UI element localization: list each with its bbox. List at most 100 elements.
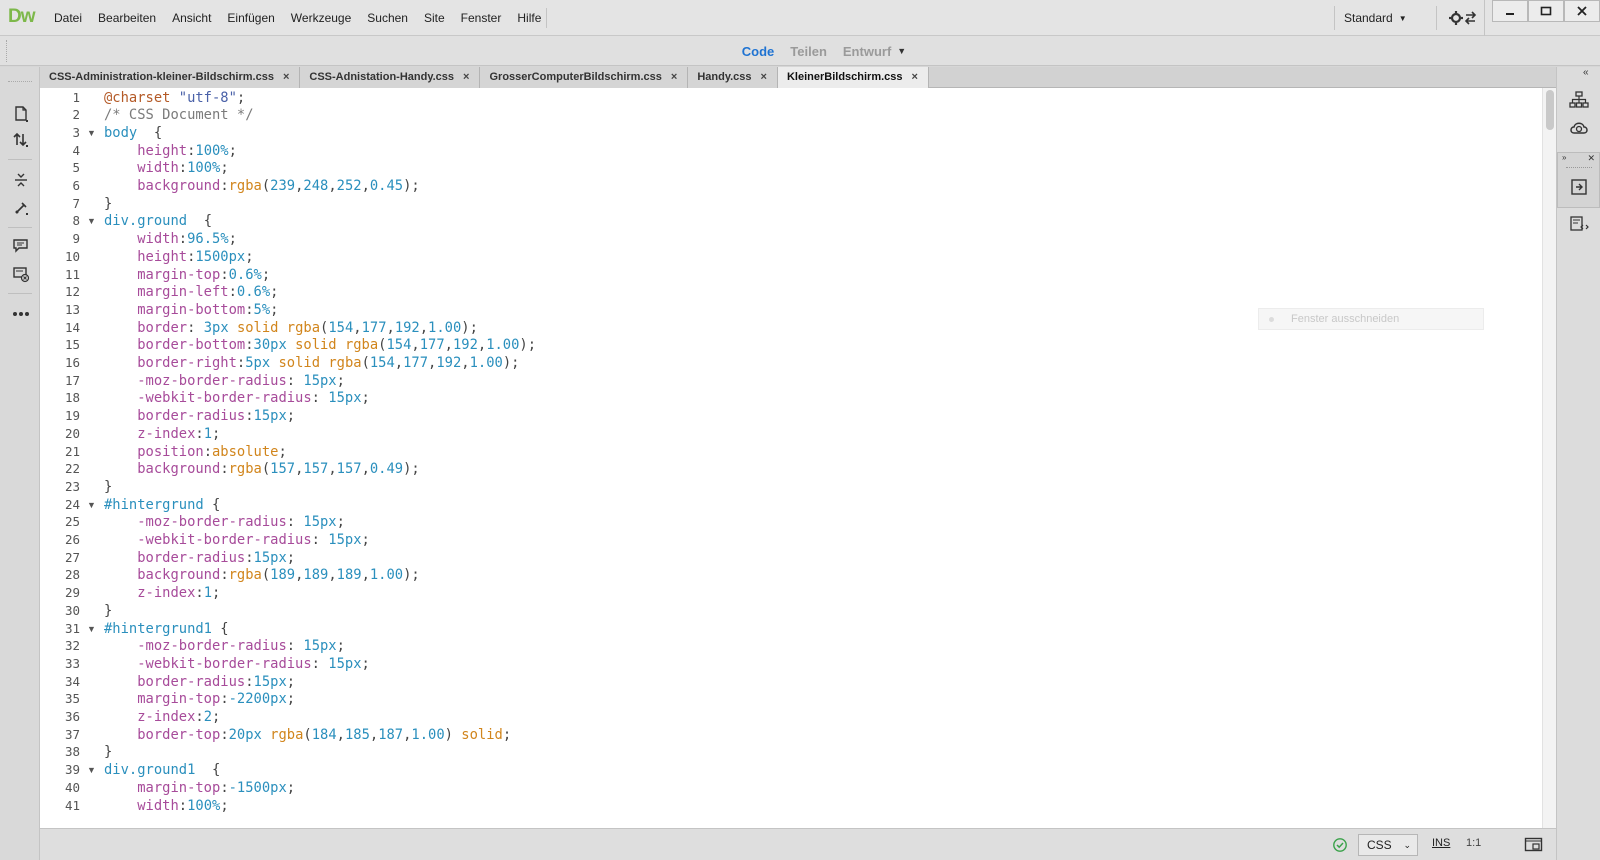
code-line[interactable]: height:100%; [104, 142, 237, 160]
code-line[interactable]: -moz-border-radius: 15px; [104, 372, 345, 390]
code-line[interactable]: -moz-border-radius: 15px; [104, 513, 345, 531]
tab-handy[interactable]: Handy.css × [688, 67, 778, 88]
code-line[interactable]: #hintergrund { [104, 496, 220, 514]
customize-toolbar-button[interactable] [10, 303, 32, 325]
code-line[interactable]: height:1500px; [104, 248, 253, 266]
code-line[interactable]: -webkit-border-radius: 15px; [104, 389, 370, 407]
tab-kleiner-bildschirm[interactable]: KleinerBildschirm.css × [777, 67, 929, 88]
code-line[interactable]: border-bottom:30px solid rgba(154,177,19… [104, 336, 536, 354]
close-panel-icon[interactable]: ✕ [1587, 153, 1595, 164]
code-line[interactable]: background:rgba(239,248,252,0.45); [104, 177, 420, 195]
menu-suchen[interactable]: Suchen [359, 0, 416, 36]
code-line[interactable]: div.ground { [104, 212, 212, 230]
code-token: , [328, 178, 337, 194]
menu-hilfe[interactable]: Hilfe [509, 0, 549, 36]
minimize-button[interactable] [1492, 0, 1528, 22]
close-tab-icon[interactable]: × [671, 71, 677, 83]
code-line[interactable]: z-index:1; [104, 584, 220, 602]
design-view-button[interactable]: Entwurf [843, 44, 891, 59]
close-tab-icon[interactable]: × [912, 71, 918, 83]
code-line[interactable]: width:100%; [104, 797, 228, 815]
code-line[interactable]: z-index:2; [104, 708, 220, 726]
menu-site[interactable]: Site [416, 0, 453, 36]
code-line[interactable]: position:absolute; [104, 443, 287, 461]
code-line[interactable]: background:rgba(157,157,157,0.49); [104, 460, 420, 478]
code-line[interactable]: -webkit-border-radius: 15px; [104, 655, 370, 673]
menu-einfuegen[interactable]: Einfügen [219, 0, 282, 36]
code-view-button[interactable]: Code [742, 44, 775, 59]
code-token: : [220, 178, 229, 194]
code-editor[interactable]: 1 2 3 ▼ 4 5 6 7 8 ▼ 9 10 11 12 13 14 15 16 17 18 19 20 21 22 23 2… [40, 88, 1556, 828]
menu-datei[interactable]: Datei [46, 0, 90, 36]
workspace-switcher[interactable]: Standard ▼ [1344, 0, 1407, 36]
open-documents-button[interactable] [10, 103, 32, 125]
line-number: 40 [64, 779, 80, 795]
expand-collapse-button[interactable] [10, 169, 32, 191]
code-line[interactable]: body { [104, 124, 162, 142]
fold-toggle-icon[interactable]: ▼ [87, 620, 96, 638]
close-tab-icon[interactable]: × [463, 71, 469, 83]
code-line[interactable]: /* CSS Document */ [104, 106, 254, 124]
format-source-button[interactable] [10, 197, 32, 219]
code-token: ); [403, 178, 420, 194]
insert-panel-button[interactable] [1567, 175, 1591, 199]
sync-settings-icon[interactable] [1448, 8, 1478, 28]
close-window-button[interactable] [1564, 0, 1600, 22]
code-line[interactable]: @charset "utf-8"; [104, 89, 245, 107]
code-line[interactable]: border-radius:15px; [104, 549, 295, 567]
code-line[interactable]: border-right:5px solid rgba(154,177,192,… [104, 354, 519, 372]
code-token: -webkit-border-radius [137, 390, 312, 407]
menu-ansicht[interactable]: Ansicht [164, 0, 219, 36]
tab-css-administration-kleiner-bildschirm[interactable]: CSS-Administration-kleiner-Bildschirm.cs… [40, 67, 301, 88]
snippets-panel-button[interactable] [1567, 213, 1591, 235]
collapse-panel-icon[interactable]: « [1583, 67, 1589, 78]
insert-mode-toggle[interactable]: INS [1432, 837, 1450, 849]
code-line[interactable]: margin-left:0.6%; [104, 283, 278, 301]
scrollbar-thumb[interactable] [1546, 90, 1554, 130]
code-line[interactable]: margin-top:-2200px; [104, 690, 295, 708]
code-line[interactable]: #hintergrund1 { [104, 620, 229, 638]
menu-bearbeiten[interactable]: Bearbeiten [90, 0, 164, 36]
code-line[interactable]: -moz-border-radius: 15px; [104, 637, 345, 655]
code-line[interactable]: border: 3px solid rgba(154,177,192,1.00)… [104, 319, 478, 337]
code-line[interactable]: } [104, 602, 112, 620]
fold-toggle-icon[interactable]: ▼ [87, 496, 96, 514]
code-line[interactable]: border-radius:15px; [104, 673, 295, 691]
fold-toggle-icon[interactable]: ▼ [87, 212, 96, 230]
window-size-icon[interactable] [1524, 836, 1544, 854]
menu-werkzeuge[interactable]: Werkzeuge [283, 0, 359, 36]
fold-toggle-icon[interactable]: ▼ [87, 124, 96, 142]
apply-comment-button[interactable] [10, 235, 32, 257]
tab-grosser-computer-bildschirm[interactable]: GrosserComputerBildschirm.css × [480, 67, 689, 88]
expand-panel-icon[interactable]: » [1562, 153, 1566, 162]
code-line[interactable]: width:96.5%; [104, 230, 237, 248]
maximize-button[interactable] [1528, 0, 1564, 22]
code-line[interactable]: -webkit-border-radius: 15px; [104, 531, 370, 549]
vertical-scrollbar[interactable] [1542, 88, 1556, 828]
menu-fenster[interactable]: Fenster [453, 0, 510, 36]
fold-toggle-icon[interactable]: ▼ [87, 761, 96, 779]
code-line[interactable]: margin-bottom:5%; [104, 301, 278, 319]
code-line[interactable]: border-radius:15px; [104, 407, 295, 425]
close-tab-icon[interactable]: × [283, 71, 289, 83]
code-line[interactable]: } [104, 478, 112, 496]
close-tab-icon[interactable]: × [761, 71, 767, 83]
code-token: , [336, 726, 345, 743]
view-dropdown-icon[interactable]: ▼ [897, 46, 906, 56]
code-line[interactable]: border-top:20px rgba(184,185,187,1.00) s… [104, 726, 511, 744]
code-line[interactable]: div.ground1 { [104, 761, 220, 779]
split-view-button[interactable]: Teilen [790, 44, 827, 59]
code-line[interactable]: z-index:1; [104, 425, 220, 443]
code-line[interactable]: margin-top:0.6%; [104, 266, 270, 284]
code-line[interactable]: } [104, 743, 112, 761]
tab-css-adnistation-handy[interactable]: CSS-Adnistation-Handy.css × [300, 67, 481, 88]
code-line[interactable]: width:100%; [104, 159, 228, 177]
code-line[interactable]: } [104, 195, 112, 213]
code-line[interactable]: margin-top:-1500px; [104, 779, 295, 797]
remove-comment-button[interactable] [10, 263, 32, 285]
file-management-button[interactable] [10, 129, 32, 151]
document-type-select[interactable]: CSS ⌄ [1358, 834, 1418, 856]
cc-libraries-button[interactable] [1567, 117, 1591, 139]
dom-panel-button[interactable] [1567, 89, 1591, 111]
code-line[interactable]: background:rgba(189,189,189,1.00); [104, 566, 420, 584]
